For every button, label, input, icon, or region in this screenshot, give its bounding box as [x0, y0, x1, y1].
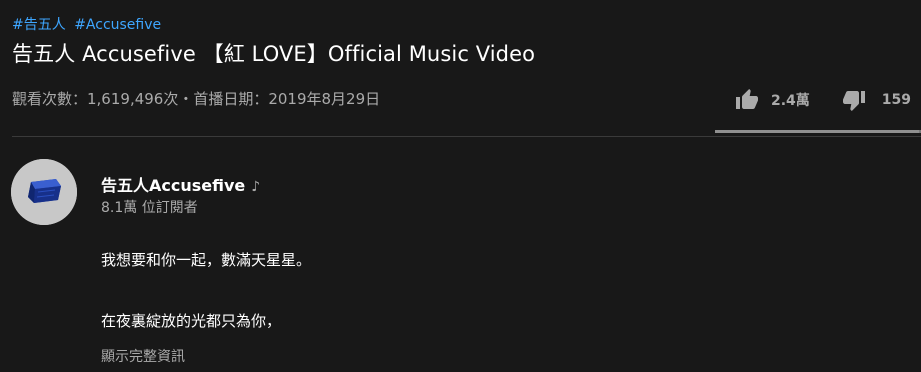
hashtag-link[interactable]: #告五人	[12, 17, 66, 33]
like-button[interactable]: 2.4萬	[735, 88, 810, 112]
show-more-button[interactable]: 顯示完整資訊	[101, 346, 185, 366]
divider	[12, 136, 921, 137]
subscriber-count: 8.1萬 位訂閱者	[101, 200, 198, 216]
thumbs-up-icon	[735, 89, 758, 109]
video-meta: 觀看次數：1,619,496次・首播日期：2019年8月29日	[12, 90, 381, 108]
channel-name-text[interactable]: 告五人Accusefive	[101, 176, 245, 195]
music-note-icon: ♪	[251, 179, 261, 195]
hashtag-link[interactable]: #Accusefive	[74, 17, 161, 33]
sentiment-bar	[715, 130, 921, 133]
dislike-count: 159	[881, 92, 911, 108]
video-actions: 2.4萬 159	[735, 84, 911, 116]
channel-avatar[interactable]	[11, 159, 77, 225]
video-title: 告五人 Accusefive 【紅 LOVE】Official Music Vi…	[12, 42, 536, 66]
dislike-button[interactable]: 159	[842, 88, 911, 112]
description-line: 我想要和你一起，數滿天星星。	[101, 251, 312, 269]
like-count: 2.4萬	[770, 93, 810, 109]
channel-name[interactable]: 告五人Accusefive ♪	[101, 172, 260, 196]
thumbs-down-icon	[842, 91, 865, 111]
channel-avatar-image	[11, 159, 77, 225]
hashtag-row: #告五人 #Accusefive	[12, 14, 165, 34]
description-line: 在夜裏綻放的光都只為你，	[101, 312, 282, 330]
sentiment-bar-fill	[715, 130, 919, 133]
